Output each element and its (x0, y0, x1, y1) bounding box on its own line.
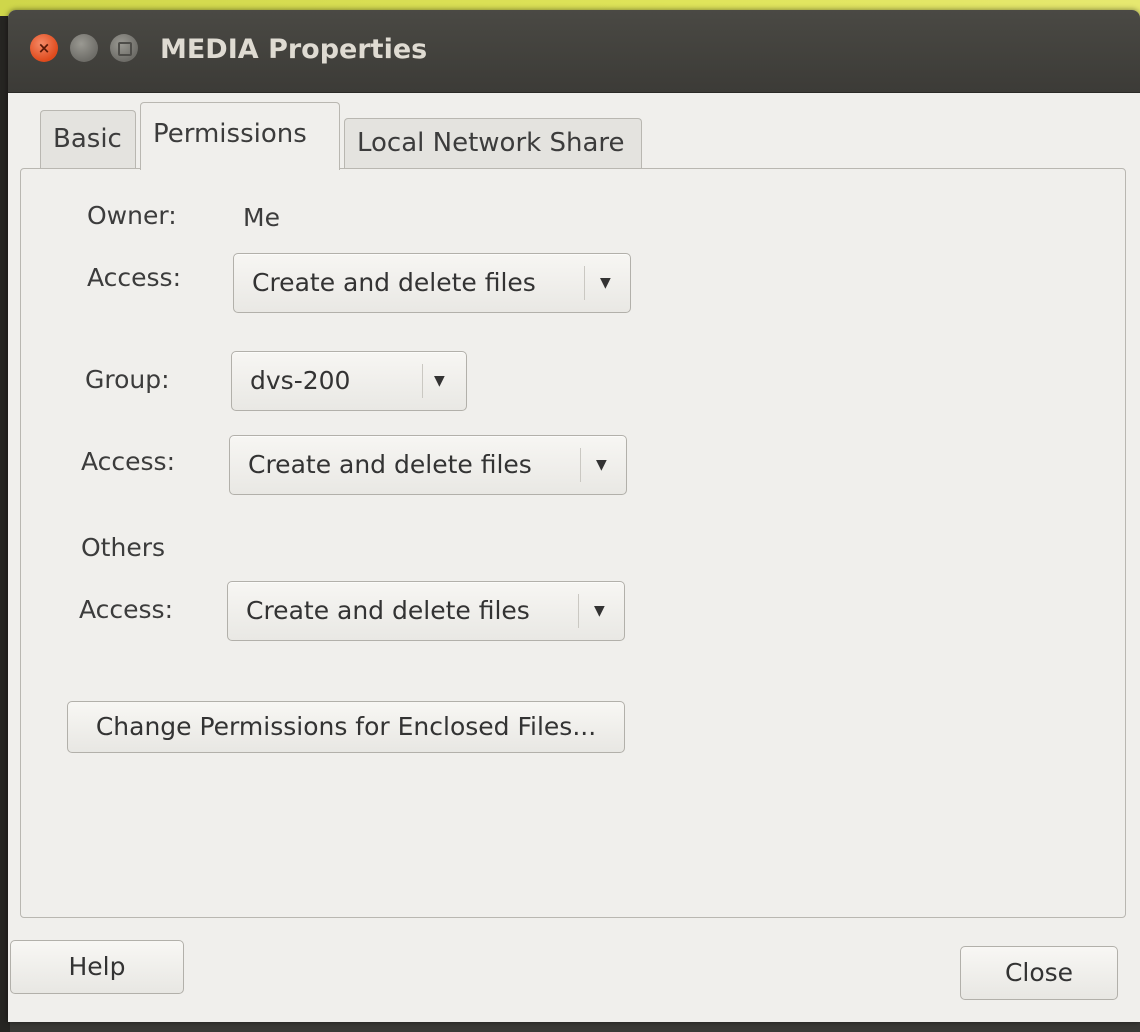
permissions-panel: Owner: Me Access: Create and delete file… (20, 168, 1126, 918)
tab-local-network-share[interactable]: Local Network Share (344, 118, 642, 168)
group-access-value: Create and delete files (248, 450, 532, 479)
group-access-label: Access: (81, 447, 176, 476)
change-enclosed-permissions-button[interactable]: Change Permissions for Enclosed Files... (67, 701, 625, 753)
chevron-down-icon: ▼ (600, 275, 611, 291)
close-window-button[interactable]: × (30, 34, 58, 62)
chevron-down-icon: ▼ (596, 457, 607, 473)
others-access-dropdown[interactable]: Create and delete files ▼ (227, 581, 625, 641)
owner-access-dropdown[interactable]: Create and delete files ▼ (233, 253, 631, 313)
group-access-dropdown[interactable]: Create and delete files ▼ (229, 435, 627, 495)
chevron-down-icon: ▼ (594, 603, 605, 619)
close-button[interactable]: Close (960, 946, 1118, 1000)
owner-access-label: Access: (87, 263, 182, 292)
maximize-window-button[interactable] (110, 34, 138, 62)
others-access-label: Access: (79, 595, 174, 624)
tab-basic[interactable]: Basic (40, 110, 136, 168)
dropdown-separator (580, 448, 581, 482)
owner-access-value: Create and delete files (252, 268, 536, 297)
owner-value: Me (243, 203, 280, 232)
title-bar[interactable]: × MEDIA Properties (8, 10, 1140, 93)
dropdown-separator (422, 364, 423, 398)
others-label: Others (81, 533, 166, 562)
maximize-icon (118, 42, 132, 56)
group-dropdown[interactable]: dvs-200 ▼ (231, 351, 467, 411)
group-label: Group: (85, 365, 170, 394)
minimize-window-button[interactable] (70, 34, 98, 62)
dropdown-separator (578, 594, 579, 628)
window-title: MEDIA Properties (160, 34, 428, 65)
tab-permissions[interactable]: Permissions (140, 102, 340, 170)
owner-label: Owner: (87, 201, 177, 230)
chevron-down-icon: ▼ (434, 373, 445, 389)
help-button[interactable]: Help (10, 940, 184, 994)
properties-window: × MEDIA Properties Basic Permissions Loc… (8, 10, 1140, 1022)
others-access-value: Create and delete files (246, 596, 530, 625)
dropdown-separator (584, 266, 585, 300)
close-icon: × (37, 39, 51, 57)
group-value: dvs-200 (250, 366, 351, 395)
